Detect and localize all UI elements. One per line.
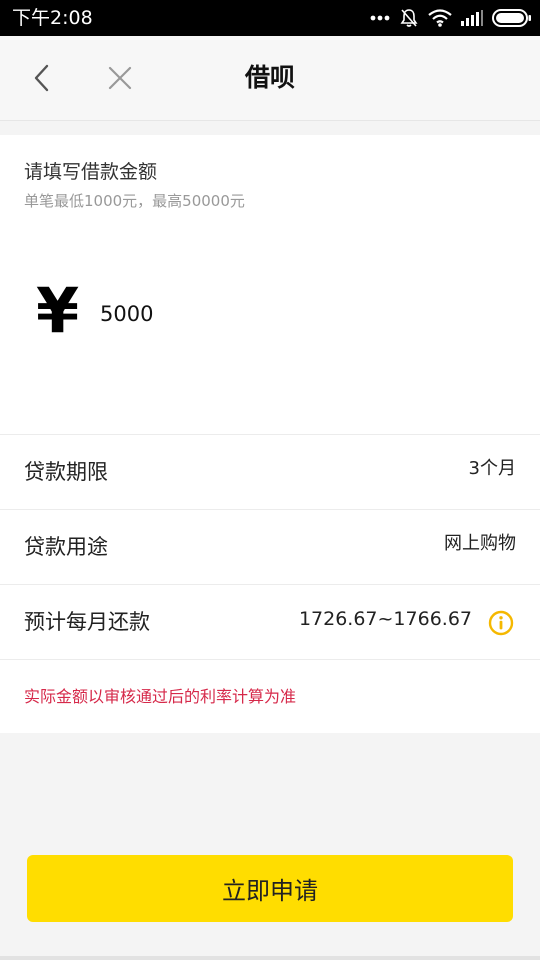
page-title: 借呗 [244,63,295,92]
battery-icon [492,9,532,27]
currency-symbol: ¥ [36,274,80,347]
bell-muted-icon [399,8,419,28]
row-label: 贷款用途 [24,535,108,559]
row-loan-purpose[interactable]: 贷款用途 网上购物 [0,509,540,585]
rate-notice: 实际金额以审核通过后的利率计算为准 [24,687,297,706]
more-dots-icon [370,15,390,21]
row-value: 网上购物 [444,533,516,554]
row-value: 3个月 [468,458,516,479]
amount-hint: 单笔最低1000元，最高50000元 [24,192,245,210]
row-loan-term[interactable]: 贷款期限 3个月 [0,434,540,510]
amount-input[interactable] [98,296,482,332]
bottom-divider [0,956,540,960]
loan-form-card: 请填写借款金额 单笔最低1000元，最高50000元 ¥ 贷款期限 3个月 贷款… [0,135,540,733]
row-value: 1726.67~1766.67 [298,608,472,630]
apply-button[interactable]: 立即申请 [27,855,513,922]
status-icons [370,6,532,30]
status-time: 下午2:08 [12,7,93,29]
row-monthly-payment: 预计每月还款 1726.67~1766.67 [0,584,540,660]
status-bar: 下午2:08 [0,0,540,36]
signal-icon [461,10,483,26]
info-icon[interactable] [488,610,514,636]
amount-title: 请填写借款金额 [24,161,158,183]
row-label: 预计每月还款 [24,610,150,634]
wifi-icon [428,9,452,27]
row-label: 贷款期限 [24,460,108,484]
navbar: 借呗 [0,36,540,121]
notice-row: 实际金额以审核通过后的利率计算为准 [0,659,540,734]
